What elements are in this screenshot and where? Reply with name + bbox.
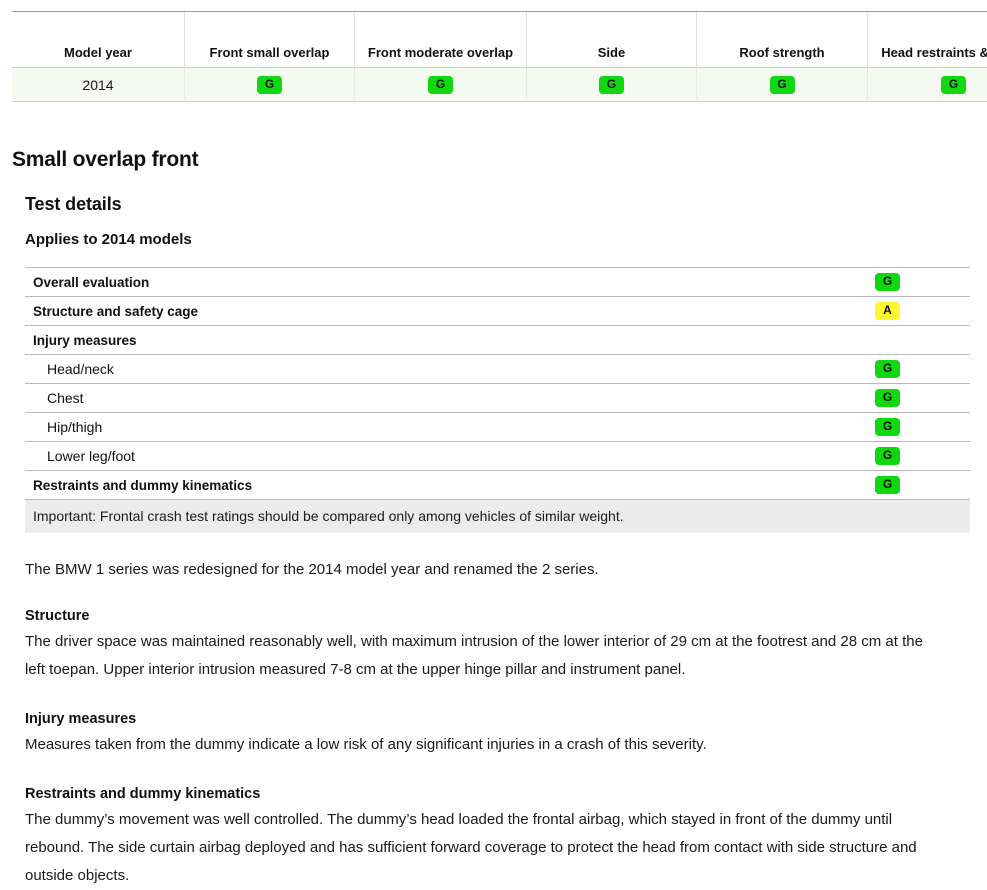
details-rating-lower-leg-foot: G: [875, 442, 970, 471]
summary-table-body: 2014 G G G G G: [12, 68, 987, 102]
rating-badge-side: G: [599, 76, 624, 94]
rating-badge-overall-evaluation: G: [875, 273, 900, 291]
table-row: Hip/thigh G: [25, 413, 970, 442]
rating-badge-head-neck: G: [875, 360, 900, 378]
details-rating-overall-evaluation: G: [875, 268, 970, 297]
details-label-restraints-kinematics: Restraints and dummy kinematics: [25, 471, 875, 500]
important-note: Important: Frontal crash test ratings sh…: [25, 500, 970, 533]
ratings-summary-section: Model year Front small overlap Front mod…: [12, 11, 962, 102]
table-row: Head/neck G: [25, 355, 970, 384]
rating-badge-structure-safety-cage: A: [875, 302, 900, 320]
details-rating-restraints-kinematics: G: [875, 471, 970, 500]
table-row: Chest G: [25, 384, 970, 413]
details-label-lower-leg-foot: Lower leg/foot: [25, 442, 875, 471]
applies-to-label: Applies to 2014 models: [25, 231, 987, 248]
summary-cell-side: G: [527, 68, 697, 102]
details-label-structure-safety-cage: Structure and safety cage: [25, 297, 875, 326]
summary-cell-model-year: 2014: [12, 68, 185, 102]
narrative-text-structure: The driver space was maintained reasonab…: [25, 628, 937, 684]
rating-badge-lower-leg-foot: G: [875, 447, 900, 465]
table-row: Lower leg/foot G: [25, 442, 970, 471]
table-row: Injury measures: [25, 326, 970, 355]
summary-header-roof-strength: Roof strength: [697, 12, 868, 68]
rating-badge-front-moderate-overlap: G: [428, 76, 453, 94]
table-row: Structure and safety cage A: [25, 297, 970, 326]
summary-cell-roof-strength: G: [697, 68, 868, 102]
narrative-heading-structure: Structure: [25, 608, 937, 624]
rating-badge-roof-strength: G: [770, 76, 795, 94]
summary-header-front-small: Front small overlap: [185, 12, 355, 68]
details-rating-structure-safety-cage: A: [875, 297, 970, 326]
narrative-text-injury-measures: Measures taken from the dummy indicate a…: [25, 731, 937, 759]
summary-table-head: Model year Front small overlap Front mod…: [12, 12, 987, 68]
summary-header-model-year: Model year: [12, 12, 185, 68]
test-narrative: The BMW 1 series was redesigned for the …: [25, 559, 937, 890]
summary-cell-front-moderate: G: [355, 68, 527, 102]
test-details-heading: Test details: [25, 194, 987, 215]
rating-badge-head-restraints-seats: G: [941, 76, 966, 94]
details-label-hip-thigh: Hip/thigh: [25, 413, 875, 442]
details-rating-head-neck: G: [875, 355, 970, 384]
summary-header-side: Side: [527, 12, 697, 68]
details-label-overall-evaluation: Overall evaluation: [25, 268, 875, 297]
test-details-table: Overall evaluation G Structure and safet…: [25, 267, 970, 500]
rating-badge-restraints-kinematics: G: [875, 476, 900, 494]
rating-badge-front-small-overlap: G: [257, 76, 282, 94]
summary-cell-front-small: G: [185, 68, 355, 102]
narrative-text-restraints-kinematics: The dummy’s movement was well controlled…: [25, 806, 937, 890]
narrative-heading-injury-measures: Injury measures: [25, 711, 937, 727]
table-row: 2014 G G G G G: [12, 68, 987, 102]
page-title: Small overlap front: [12, 148, 987, 172]
summary-header-front-moderate: Front moderate overlap: [355, 12, 527, 68]
table-row: Overall evaluation G: [25, 268, 970, 297]
summary-header-row: Model year Front small overlap Front mod…: [12, 12, 987, 68]
details-label-head-neck: Head/neck: [25, 355, 875, 384]
details-label-injury-measures: Injury measures: [25, 326, 875, 355]
details-label-chest: Chest: [25, 384, 875, 413]
table-row: Restraints and dummy kinematics G: [25, 471, 970, 500]
rating-badge-chest: G: [875, 389, 900, 407]
details-rating-injury-measures: [875, 326, 970, 355]
test-details-section: Overall evaluation G Structure and safet…: [25, 267, 970, 500]
summary-header-head-restraints: Head restraints & seats: [868, 12, 987, 68]
details-table-body: Overall evaluation G Structure and safet…: [25, 268, 970, 500]
details-rating-chest: G: [875, 384, 970, 413]
ratings-summary-table: Model year Front small overlap Front mod…: [12, 11, 987, 102]
rating-badge-hip-thigh: G: [875, 418, 900, 436]
intro-paragraph: The BMW 1 series was redesigned for the …: [25, 559, 937, 581]
narrative-heading-restraints-kinematics: Restraints and dummy kinematics: [25, 786, 937, 802]
summary-cell-head-restraints: G: [868, 68, 987, 102]
details-rating-hip-thigh: G: [875, 413, 970, 442]
